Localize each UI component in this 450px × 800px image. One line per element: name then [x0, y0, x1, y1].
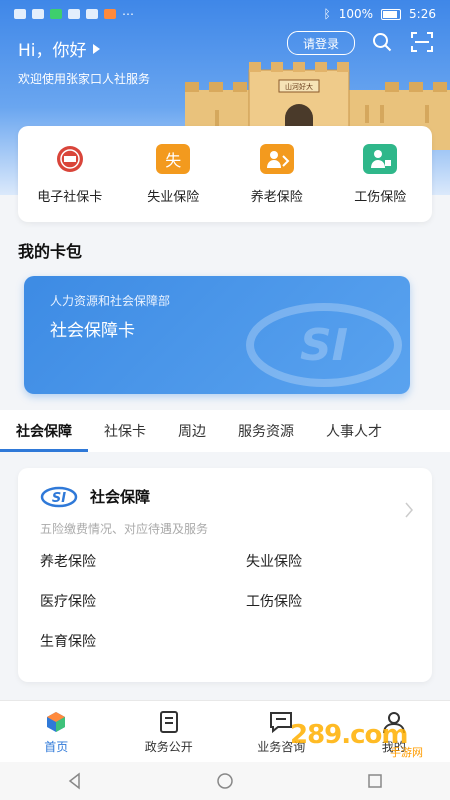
- category-tabs: 社会保障 社保卡 周边 服务资源 人事人才: [0, 410, 450, 452]
- quick-action-work-injury[interactable]: 工伤保险: [330, 143, 430, 205]
- tab-nearby[interactable]: 周边: [162, 410, 222, 452]
- tab-social-security[interactable]: 社会保障: [0, 410, 88, 452]
- social-security-panel[interactable]: SI 社会保障 五险缴费情况、对应待遇及服务 养老保险 失业保险 医疗保险 工伤…: [18, 468, 432, 682]
- bluetooth-icon: ᛒ: [323, 7, 331, 21]
- status-bar: ⋯ ᛒ 100% 5:26: [0, 0, 450, 28]
- quick-actions-card: 电子社保卡 失 失业保险 养老保险 工伤保险: [18, 126, 432, 222]
- system-navigation-bar: [0, 762, 450, 800]
- panel-item-pension[interactable]: 养老保险: [40, 551, 96, 571]
- panel-item-work-injury[interactable]: 工伤保险: [246, 591, 302, 611]
- nav-home[interactable]: 首页: [1, 710, 111, 755]
- quick-action-pension[interactable]: 养老保险: [227, 143, 327, 205]
- quick-action-e-social-card[interactable]: 电子社保卡: [20, 144, 120, 205]
- quick-action-label: 养老保险: [250, 189, 303, 205]
- recent-apps-icon[interactable]: [366, 772, 384, 790]
- svg-text:SI: SI: [300, 320, 348, 371]
- login-button[interactable]: 请登录: [287, 31, 355, 55]
- app-notification-icon: [104, 9, 116, 19]
- social-security-card[interactable]: 人力资源和社会保障部 社会保障卡 SI: [24, 276, 410, 394]
- panel-item-medical[interactable]: 医疗保险: [40, 591, 96, 611]
- quick-action-unemployment[interactable]: 失 失业保险: [123, 143, 223, 205]
- home-circle-icon[interactable]: [216, 772, 234, 790]
- battery-icon: [381, 8, 402, 20]
- greeting[interactable]: Hi，你好: [18, 36, 100, 61]
- panel-subtitle: 五险缴费情况、对应待遇及服务: [40, 522, 209, 536]
- welcome-subtitle: 欢迎使用张家口人社服务: [18, 72, 151, 86]
- home-icon: [47, 711, 66, 732]
- site-watermark-sub: 手游网: [390, 746, 423, 759]
- greeting-text: Hi，你好: [18, 41, 87, 61]
- nav-label: 首页: [44, 739, 69, 754]
- back-icon[interactable]: [66, 772, 84, 790]
- si-logo-watermark: SI: [246, 303, 402, 387]
- tab-service-resources[interactable]: 服务资源: [222, 410, 310, 452]
- injury-insurance-icon: [363, 143, 398, 174]
- document-icon: [159, 710, 178, 733]
- wifi-icon: [32, 9, 44, 19]
- tab-social-card[interactable]: 社保卡: [88, 410, 162, 452]
- play-icon: [92, 43, 100, 54]
- card-name: 社会保障卡: [50, 321, 135, 341]
- quick-action-label: 失业保险: [147, 189, 200, 205]
- more-notifications-icon: ⋯: [122, 7, 134, 21]
- status-time: 5:26: [409, 7, 436, 21]
- scan-icon[interactable]: [411, 32, 433, 52]
- quick-action-label: 电子社保卡: [37, 189, 103, 205]
- wall-plaque-text: 山河好大: [285, 82, 313, 91]
- panel-item-maternity[interactable]: 生育保险: [40, 631, 96, 651]
- nav-label: 政务公开: [144, 739, 193, 754]
- panel-item-unemployment[interactable]: 失业保险: [246, 551, 302, 571]
- chevron-right-icon[interactable]: [404, 502, 414, 518]
- search-icon[interactable]: [372, 32, 392, 52]
- status-notification-icons: ⋯: [14, 7, 134, 21]
- unemployment-icon: 失: [156, 143, 191, 174]
- app-notification-icon: [86, 9, 98, 19]
- tab-hr-talent[interactable]: 人事人才: [310, 410, 398, 452]
- social-security-card-icon: [56, 145, 83, 172]
- quick-action-label: 工伤保险: [354, 189, 407, 205]
- app-notification-icon: [50, 9, 62, 19]
- battery-percent: 100%: [338, 7, 374, 21]
- signal-icon: [14, 9, 26, 19]
- svg-text:SI: SI: [52, 491, 66, 506]
- app-notification-icon: [68, 9, 80, 19]
- card-pack-title: 我的卡包: [18, 242, 83, 261]
- nav-gov-affairs[interactable]: 政务公开: [114, 710, 224, 755]
- si-logo-icon: SI: [40, 486, 78, 508]
- pension-icon: [259, 143, 294, 174]
- card-org: 人力资源和社会保障部: [50, 294, 171, 308]
- panel-title: 社会保障: [90, 488, 151, 506]
